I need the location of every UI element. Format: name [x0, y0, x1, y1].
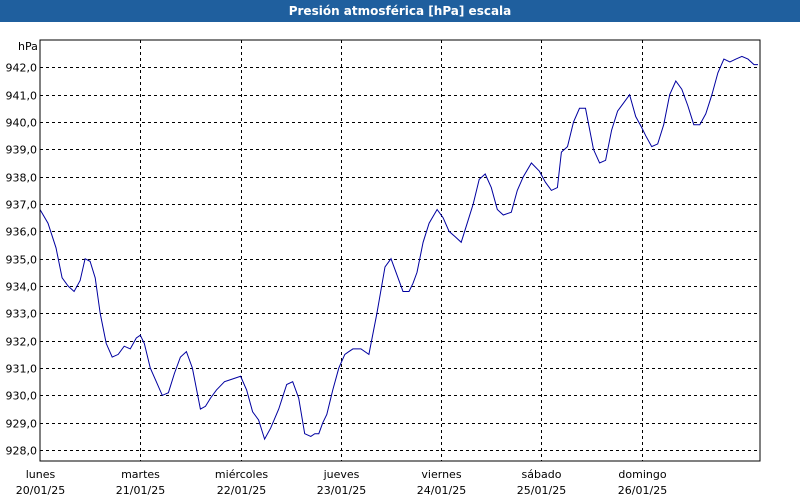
x-tick-day-label: miércoles: [215, 468, 268, 481]
x-tick-day-label: viernes: [421, 468, 461, 481]
pressure-series-line: [39, 55, 758, 441]
x-tick-day-label: sábado: [522, 468, 562, 481]
y-tick-label: 937,0: [6, 199, 38, 212]
y-tick-label: 940,0: [6, 117, 38, 130]
y-axis-unit-label: hPa: [18, 40, 38, 53]
y-tick-label: 930,0: [6, 390, 38, 403]
x-tick-date-label: 23/01/25: [317, 484, 366, 497]
y-tick-label: 933,0: [6, 308, 38, 321]
grid-lines: [40, 40, 760, 461]
y-tick-label: 929,0: [6, 418, 38, 431]
y-tick-label: 934,0: [6, 281, 38, 294]
y-tick-label: 932,0: [6, 336, 38, 349]
x-tick-date-label: 20/01/25: [16, 484, 65, 497]
x-tick-date-label: 21/01/25: [116, 484, 165, 497]
y-tick-label: 931,0: [6, 363, 38, 376]
x-tick-date-label: 26/01/25: [618, 484, 667, 497]
y-tick-labels: 928,0 929,0 930,0 931,0 932,0 933,0 934,0 935,0…: [6, 62, 38, 458]
x-tick-day-label: domingo: [618, 468, 666, 481]
x-tick-day-label: lunes: [26, 468, 56, 481]
window-title: Presión atmosférica [hPa] escala: [0, 0, 800, 22]
x-tick-labels: lunes 20/01/25 martes 21/01/25 miércoles 22/0…: [16, 468, 667, 497]
y-tick-label: 942,0: [6, 62, 38, 75]
y-tick-label: 941,0: [6, 90, 38, 103]
x-tick-date-label: 22/01/25: [217, 484, 266, 497]
y-tick-label: 936,0: [6, 226, 38, 239]
y-tick-label: 928,0: [6, 445, 38, 458]
y-tick-label: 935,0: [6, 254, 38, 267]
plot-area-frame: [39, 39, 761, 462]
x-tick-date-label: 24/01/25: [417, 484, 466, 497]
x-tick-day-label: martes: [121, 468, 160, 481]
x-tick-day-label: jueves: [323, 468, 360, 481]
x-tick-date-label: 25/01/25: [517, 484, 566, 497]
pressure-chart: hPa 928,0929,0930,0931,0932,0933,0934,09…: [6, 39, 761, 497]
y-tick-label: 938,0: [6, 172, 38, 185]
y-tick-label: 939,0: [6, 144, 38, 157]
